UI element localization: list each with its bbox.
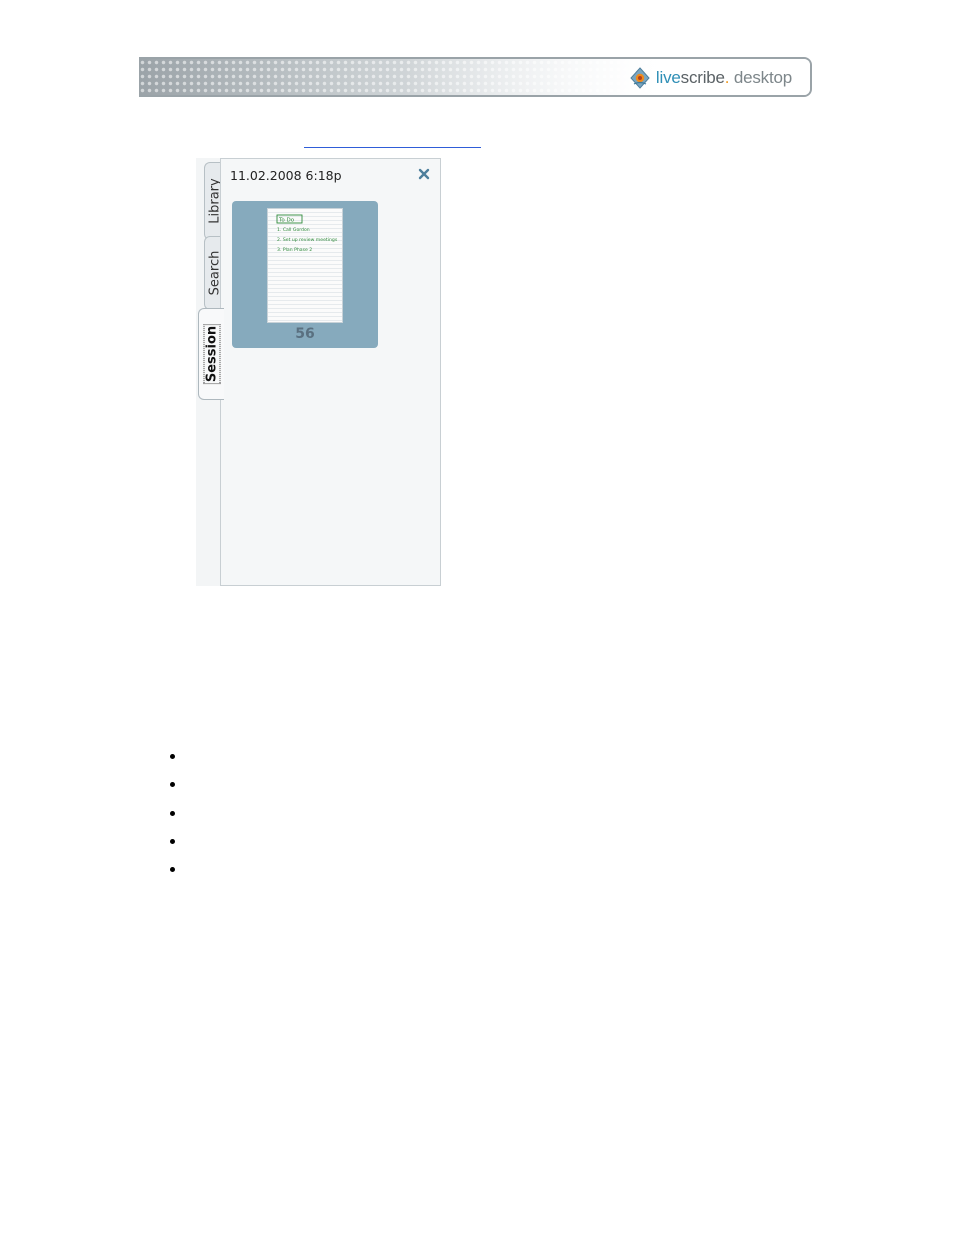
tab-session[interactable]: Session: [198, 308, 224, 400]
svg-text:To Do: To Do: [278, 218, 295, 224]
hyperlink-underline[interactable]: [304, 147, 481, 148]
svg-text:1. Call Gordon: 1. Call Gordon: [277, 227, 310, 233]
session-date-title: 11.02.2008 6:18p: [230, 168, 342, 183]
svg-text:3. Plan Phase 2: 3. Plan Phase 2: [277, 247, 312, 253]
list-item-bullet: [170, 782, 175, 787]
session-panel: 11.02.2008 6:18p To Do 1. Call Gordon 2.…: [220, 158, 441, 586]
list-item-bullet: [170, 867, 175, 872]
svg-text:2. Set up review meetings: 2. Set up review meetings: [277, 237, 338, 243]
handwritten-notes: To Do 1. Call Gordon 2. Set up review me…: [276, 214, 338, 253]
tab-session-label: Session: [203, 320, 220, 388]
livescribe-pen-icon: [630, 67, 650, 89]
header-banner: livescribe. desktop: [139, 57, 812, 97]
list-item-bullet: [170, 811, 175, 816]
list-item-bullet: [170, 839, 175, 844]
page-thumbnail[interactable]: To Do 1. Call Gordon 2. Set up review me…: [232, 201, 378, 348]
livescribe-desktop-logo: livescribe. desktop: [629, 65, 792, 91]
list-item-bullet: [170, 754, 175, 759]
logo-wordmark: livescribe. desktop: [655, 68, 792, 87]
notebook-page-preview: To Do 1. Call Gordon 2. Set up review me…: [267, 208, 343, 323]
close-icon[interactable]: [417, 167, 431, 181]
page-number: 56: [295, 326, 315, 342]
